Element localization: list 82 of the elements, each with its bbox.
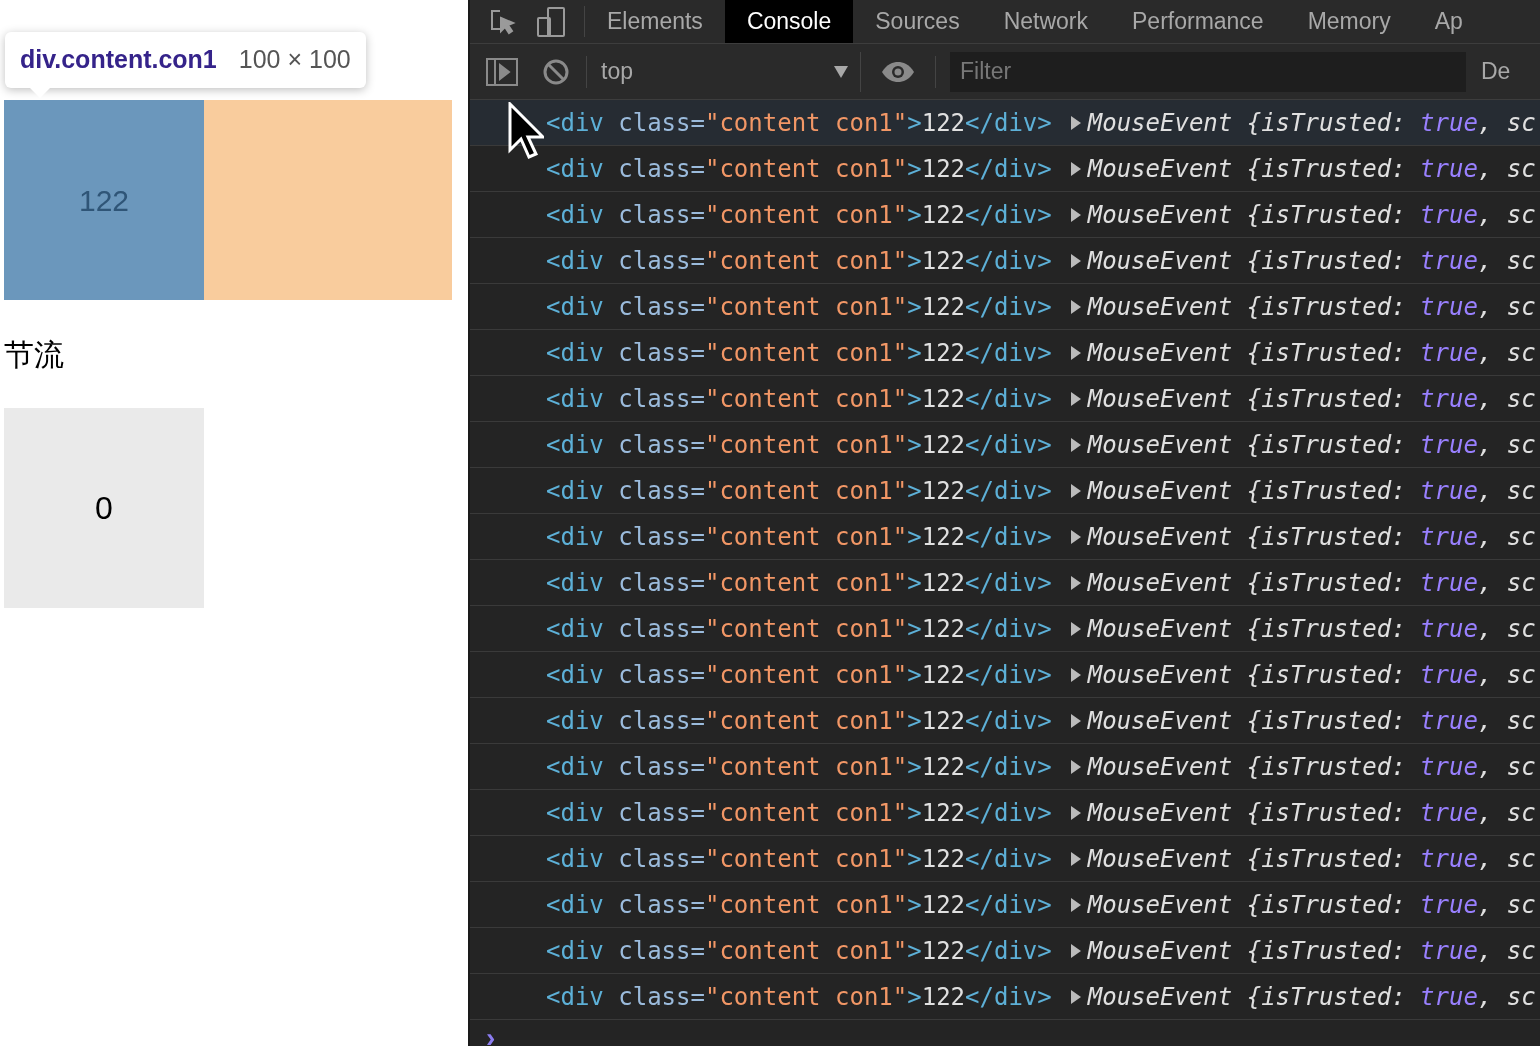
expand-arrow-icon[interactable]: [1069, 115, 1082, 130]
content-box: 122: [4, 100, 204, 300]
object-preview[interactable]: MouseEvent {isTrusted: true, sc: [1087, 656, 1536, 693]
panel-tab[interactable]: Performance: [1110, 0, 1286, 43]
panel-tab[interactable]: Sources: [853, 0, 982, 43]
element-snippet[interactable]: <div class="content con1">122</div>: [546, 426, 1052, 463]
element-snippet[interactable]: <div class="content con1">122</div>: [546, 518, 1052, 555]
object-preview[interactable]: MouseEvent {isTrusted: true, sc: [1087, 886, 1536, 923]
element-snippet[interactable]: <div class="content con1">122</div>: [546, 334, 1052, 371]
dropdown-caret-icon: [834, 65, 848, 78]
element-snippet[interactable]: <div class="content con1">122</div>: [546, 196, 1052, 233]
expand-arrow-icon[interactable]: [1069, 943, 1082, 958]
object-preview[interactable]: MouseEvent {isTrusted: true, sc: [1087, 610, 1536, 647]
element-snippet[interactable]: <div class="content con1">122</div>: [546, 748, 1052, 785]
object-preview[interactable]: MouseEvent {isTrusted: true, sc: [1087, 564, 1536, 601]
expand-arrow-icon[interactable]: [1069, 805, 1082, 820]
element-snippet[interactable]: <div class="content con1">122</div>: [546, 840, 1052, 877]
element-snippet[interactable]: <div class="content con1">122</div>: [546, 104, 1052, 141]
clear-icon[interactable]: [542, 57, 570, 86]
object-preview[interactable]: MouseEvent {isTrusted: true, sc: [1087, 978, 1536, 1015]
element-snippet[interactable]: <div class="content con1">122</div>: [546, 978, 1052, 1015]
levels-dropdown[interactable]: De: [1481, 54, 1511, 89]
panel-tab[interactable]: Console: [724, 0, 854, 43]
object-preview[interactable]: MouseEvent {isTrusted: true, sc: [1087, 196, 1536, 233]
object-preview[interactable]: MouseEvent {isTrusted: true, sc: [1087, 794, 1536, 831]
expand-arrow-icon[interactable]: [1069, 575, 1082, 590]
object-preview[interactable]: MouseEvent {isTrusted: true, sc: [1087, 380, 1536, 417]
object-preview[interactable]: MouseEvent {isTrusted: true, sc: [1087, 242, 1536, 279]
expand-arrow-icon[interactable]: [1069, 989, 1082, 1004]
object-preview[interactable]: MouseEvent {isTrusted: true, sc: [1087, 288, 1536, 325]
element-snippet[interactable]: <div class="content con1">122</div>: [546, 150, 1052, 187]
element-snippet[interactable]: <div class="content con1">122</div>: [546, 380, 1052, 417]
object-preview[interactable]: MouseEvent {isTrusted: true, sc: [1087, 518, 1536, 555]
element-snippet[interactable]: <div class="content con1">122</div>: [546, 242, 1052, 279]
element-snippet[interactable]: <div class="content con1">122</div>: [546, 794, 1052, 831]
element-snippet[interactable]: <div class="content con1">122</div>: [546, 656, 1052, 693]
expand-arrow-icon[interactable]: [1069, 621, 1082, 636]
element-snippet[interactable]: <div class="content con1">122</div>: [546, 564, 1052, 601]
object-preview[interactable]: MouseEvent {isTrusted: true, sc: [1087, 932, 1536, 969]
object-preview[interactable]: MouseEvent {isTrusted: true, sc: [1087, 334, 1536, 371]
object-preview[interactable]: MouseEvent {isTrusted: true, sc: [1087, 840, 1536, 877]
object-preview[interactable]: MouseEvent {isTrusted: true, sc: [1087, 426, 1536, 463]
object-preview[interactable]: MouseEvent {isTrusted: true, sc: [1087, 702, 1536, 739]
element-snippet[interactable]: <div class="content con1">122</div>: [546, 610, 1052, 647]
expand-arrow-icon[interactable]: [1069, 483, 1082, 498]
mouse-cursor-icon: [508, 102, 544, 160]
filter-field[interactable]: Filter: [950, 51, 1466, 92]
expand-arrow-icon[interactable]: [1069, 851, 1082, 866]
panel-tab[interactable]: Elements: [585, 0, 725, 43]
expand-arrow-icon[interactable]: [1069, 253, 1082, 268]
element-snippet[interactable]: <div class="content con1">122</div>: [546, 886, 1052, 923]
expand-arrow-icon[interactable]: [1069, 207, 1082, 222]
size-label: 100 × 100: [238, 44, 351, 76]
heading: 节流: [4, 338, 65, 372]
counter-box: 0: [4, 408, 204, 608]
object-preview[interactable]: MouseEvent {isTrusted: true, sc: [1087, 472, 1536, 509]
expand-arrow-icon[interactable]: [1069, 713, 1082, 728]
expand-arrow-icon[interactable]: [1069, 345, 1082, 360]
selector-label: div.content.con1: [20, 44, 217, 76]
element-snippet[interactable]: <div class="content con1">122</div>: [546, 472, 1052, 509]
element-snippet[interactable]: <div class="content con1">122</div>: [546, 288, 1052, 325]
element-snippet[interactable]: <div class="content con1">122</div>: [546, 932, 1052, 969]
sidebar-toggle-icon[interactable]: [486, 57, 518, 86]
expand-arrow-icon[interactable]: [1069, 437, 1082, 452]
element-snippet[interactable]: <div class="content con1">122</div>: [546, 702, 1052, 739]
eye-icon[interactable]: [881, 60, 915, 83]
object-preview[interactable]: MouseEvent {isTrusted: true, sc: [1087, 104, 1536, 141]
expand-arrow-icon[interactable]: [1069, 299, 1082, 314]
panel-tab[interactable]: Memory: [1285, 0, 1413, 43]
object-preview[interactable]: MouseEvent {isTrusted: true, sc: [1087, 748, 1536, 785]
panel-tab[interactable]: Network: [981, 0, 1110, 43]
device-toolbar-icon[interactable]: [536, 5, 566, 38]
expand-arrow-icon[interactable]: [1069, 667, 1082, 682]
context-dropdown[interactable]: top: [597, 51, 861, 92]
expand-arrow-icon[interactable]: [1069, 161, 1082, 176]
expand-arrow-icon[interactable]: [1069, 391, 1082, 406]
expand-arrow-icon[interactable]: [1069, 529, 1082, 544]
expand-arrow-icon[interactable]: [1069, 897, 1082, 912]
object-preview[interactable]: MouseEvent {isTrusted: true, sc: [1087, 150, 1536, 187]
prompt-chevron: ›: [486, 1022, 496, 1046]
expand-arrow-icon[interactable]: [1069, 759, 1082, 774]
panel-tab[interactable]: Ap: [1412, 0, 1485, 43]
